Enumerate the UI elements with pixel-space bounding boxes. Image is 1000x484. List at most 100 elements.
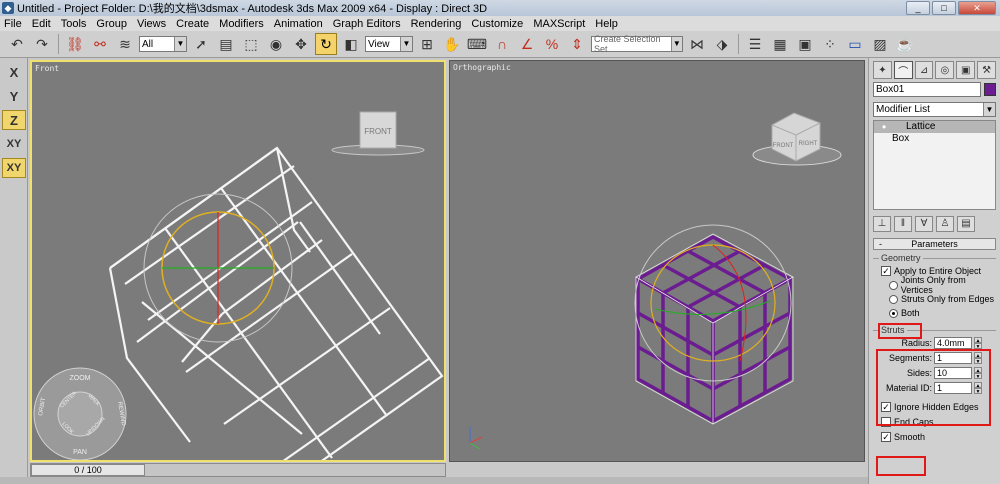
hierarchy-tab-icon[interactable]: ⊿ [914,61,934,79]
axis-x-button[interactable]: X [2,62,26,82]
ortho-gizmo-y-arc[interactable] [654,300,771,315]
rect-selection-icon[interactable]: ⬚ [240,33,262,55]
scale-icon[interactable]: ◧ [340,33,362,55]
keyboard-shortcut-icon[interactable]: ⌨ [466,33,488,55]
menu-animation[interactable]: Animation [274,18,323,30]
schematic-view-icon[interactable]: ▣ [794,33,816,55]
undo-icon[interactable]: ↶ [6,33,28,55]
radius-spinner[interactable]: ▲ ▼ [974,336,982,350]
joints-only-radio[interactable] [889,280,898,290]
move-icon[interactable]: ✥ [290,33,312,55]
end-caps-checkbox[interactable] [881,416,891,427]
layer-manager-icon[interactable]: ☰ [744,33,766,55]
menu-graph-editors[interactable]: Graph Editors [333,18,401,30]
object-name-field[interactable]: Box01 [873,82,981,97]
menu-edit[interactable]: Edit [32,18,51,30]
unlink-icon[interactable]: ⚯ [89,33,111,55]
struts-only-row[interactable]: Struts Only from Edges [873,292,996,306]
axis-xy-button[interactable]: XY [2,134,26,154]
menu-create[interactable]: Create [176,18,209,30]
wheel-pan[interactable]: PAN [73,449,87,456]
modifier-list-select[interactable]: Modifier List ▼ [873,102,996,117]
bind-space-warp-icon[interactable]: ≋ [114,33,136,55]
select-link-icon[interactable]: ⛓ [64,33,86,55]
ortho-viewport[interactable]: FRONT RIGHT Orthographic [449,60,865,462]
pin-stack-icon[interactable]: ⊥ [873,216,891,232]
both-radio[interactable] [889,308,898,318]
steering-wheel[interactable]: ZOOM PAN ORBIT REWIND CENTER WALK LOOK U… [33,367,127,460]
segments-input[interactable]: 1 [934,351,972,364]
front-viewport[interactable]: FRONT ZOOM PAN ORBIT REWIND CENTER WALK … [30,60,446,462]
configure-sets-icon[interactable]: ▤ [957,216,975,232]
segments-spinner[interactable]: ▲ ▼ [974,351,982,365]
select-by-name-icon[interactable]: ▤ [215,33,237,55]
select-object-icon[interactable]: ➚ [190,33,212,55]
rotate-icon[interactable]: ↻ [315,33,337,55]
redo-icon[interactable]: ↷ [31,33,53,55]
menu-rendering[interactable]: Rendering [411,18,462,30]
material-id-spinner[interactable]: ▲ ▼ [974,381,982,395]
app-icon[interactable]: ◆ [2,2,14,14]
object-color-swatch[interactable] [984,83,996,96]
mirror-icon[interactable]: ⋈ [686,33,708,55]
render-production-icon[interactable]: ☕ [894,33,916,55]
menu-help[interactable]: Help [595,18,618,30]
close-button[interactable]: ✕ [958,1,996,15]
pivot-center-icon[interactable]: ⊞ [416,33,438,55]
snap-3d-icon[interactable]: ∩ [491,33,513,55]
window-crossing-icon[interactable]: ◉ [265,33,287,55]
end-caps-row[interactable]: End Caps [873,414,996,429]
maximize-button[interactable]: □ [932,1,956,15]
display-tab-icon[interactable]: ▣ [956,61,976,79]
front-viewport-canvas[interactable]: FRONT ZOOM PAN ORBIT REWIND CENTER WALK … [32,62,444,460]
show-end-result-icon[interactable]: ‖ [894,216,912,232]
material-id-input[interactable]: 1 [934,381,972,394]
sides-input[interactable]: 10 [934,366,972,379]
modify-tab-icon[interactable]: ⌒ [893,61,913,79]
axis-z-button[interactable]: Z [2,110,26,130]
angle-snap-icon[interactable]: ∠ [516,33,538,55]
ignore-hidden-row[interactable]: ✓ Ignore Hidden Edges [873,399,996,414]
menu-views[interactable]: Views [137,18,166,30]
align-icon[interactable]: ⬗ [711,33,733,55]
menu-file[interactable]: File [4,18,22,30]
stack-item-box[interactable]: Box [874,133,995,145]
remove-modifier-icon[interactable]: ♙ [936,216,954,232]
rendered-frame-icon[interactable]: ▨ [869,33,891,55]
make-unique-icon[interactable]: ∀ [915,216,933,232]
parameters-rollout-header[interactable]: - Parameters [873,238,996,250]
viewport-label-front[interactable]: Front [35,64,59,73]
render-setup-icon[interactable]: ▭ [844,33,866,55]
time-slider[interactable]: 0 / 100 [31,464,145,476]
menu-customize[interactable]: Customize [471,18,523,30]
axis-xy-cycle-button[interactable]: XY [2,158,26,178]
menu-maxscript[interactable]: MAXScript [533,18,585,30]
utilities-tab-icon[interactable]: ⚒ [977,61,996,79]
wheel-zoom[interactable]: ZOOM [70,375,91,382]
time-slider-track[interactable]: 0 / 100 [30,463,446,477]
stack-item-lattice[interactable]: Lattice [874,121,995,133]
reference-coordinate-select[interactable]: View ▼ [365,36,413,52]
smooth-checkbox[interactable]: ✓ [881,431,891,442]
create-tab-icon[interactable]: ✦ [873,61,892,79]
percent-snap-icon[interactable]: % [541,33,563,55]
struts-only-radio[interactable] [889,294,898,304]
manipulate-icon[interactable]: ✋ [441,33,463,55]
ignore-hidden-checkbox[interactable]: ✓ [881,401,891,412]
both-row[interactable]: Both [873,306,996,320]
axis-y-button[interactable]: Y [2,86,26,106]
selection-filter-select[interactable]: All ▼ [139,36,187,52]
menu-tools[interactable]: Tools [61,18,87,30]
ortho-viewport-canvas[interactable]: FRONT RIGHT [450,61,864,461]
minimize-button[interactable]: _ [906,1,930,15]
radius-input[interactable]: 4.0mm [934,336,972,349]
material-editor-icon[interactable]: ⁘ [819,33,841,55]
named-selection-select[interactable]: Create Selection Set ▼ [591,34,683,54]
menu-modifiers[interactable]: Modifiers [219,18,264,30]
menu-group[interactable]: Group [96,18,127,30]
spinner-snap-icon[interactable]: ⇕ [566,33,588,55]
viewport-label-ortho[interactable]: Orthographic [453,63,511,72]
apply-entire-checkbox[interactable]: ✓ [881,265,891,276]
smooth-row[interactable]: ✓ Smooth [873,429,996,444]
curve-editor-icon[interactable]: ▦ [769,33,791,55]
